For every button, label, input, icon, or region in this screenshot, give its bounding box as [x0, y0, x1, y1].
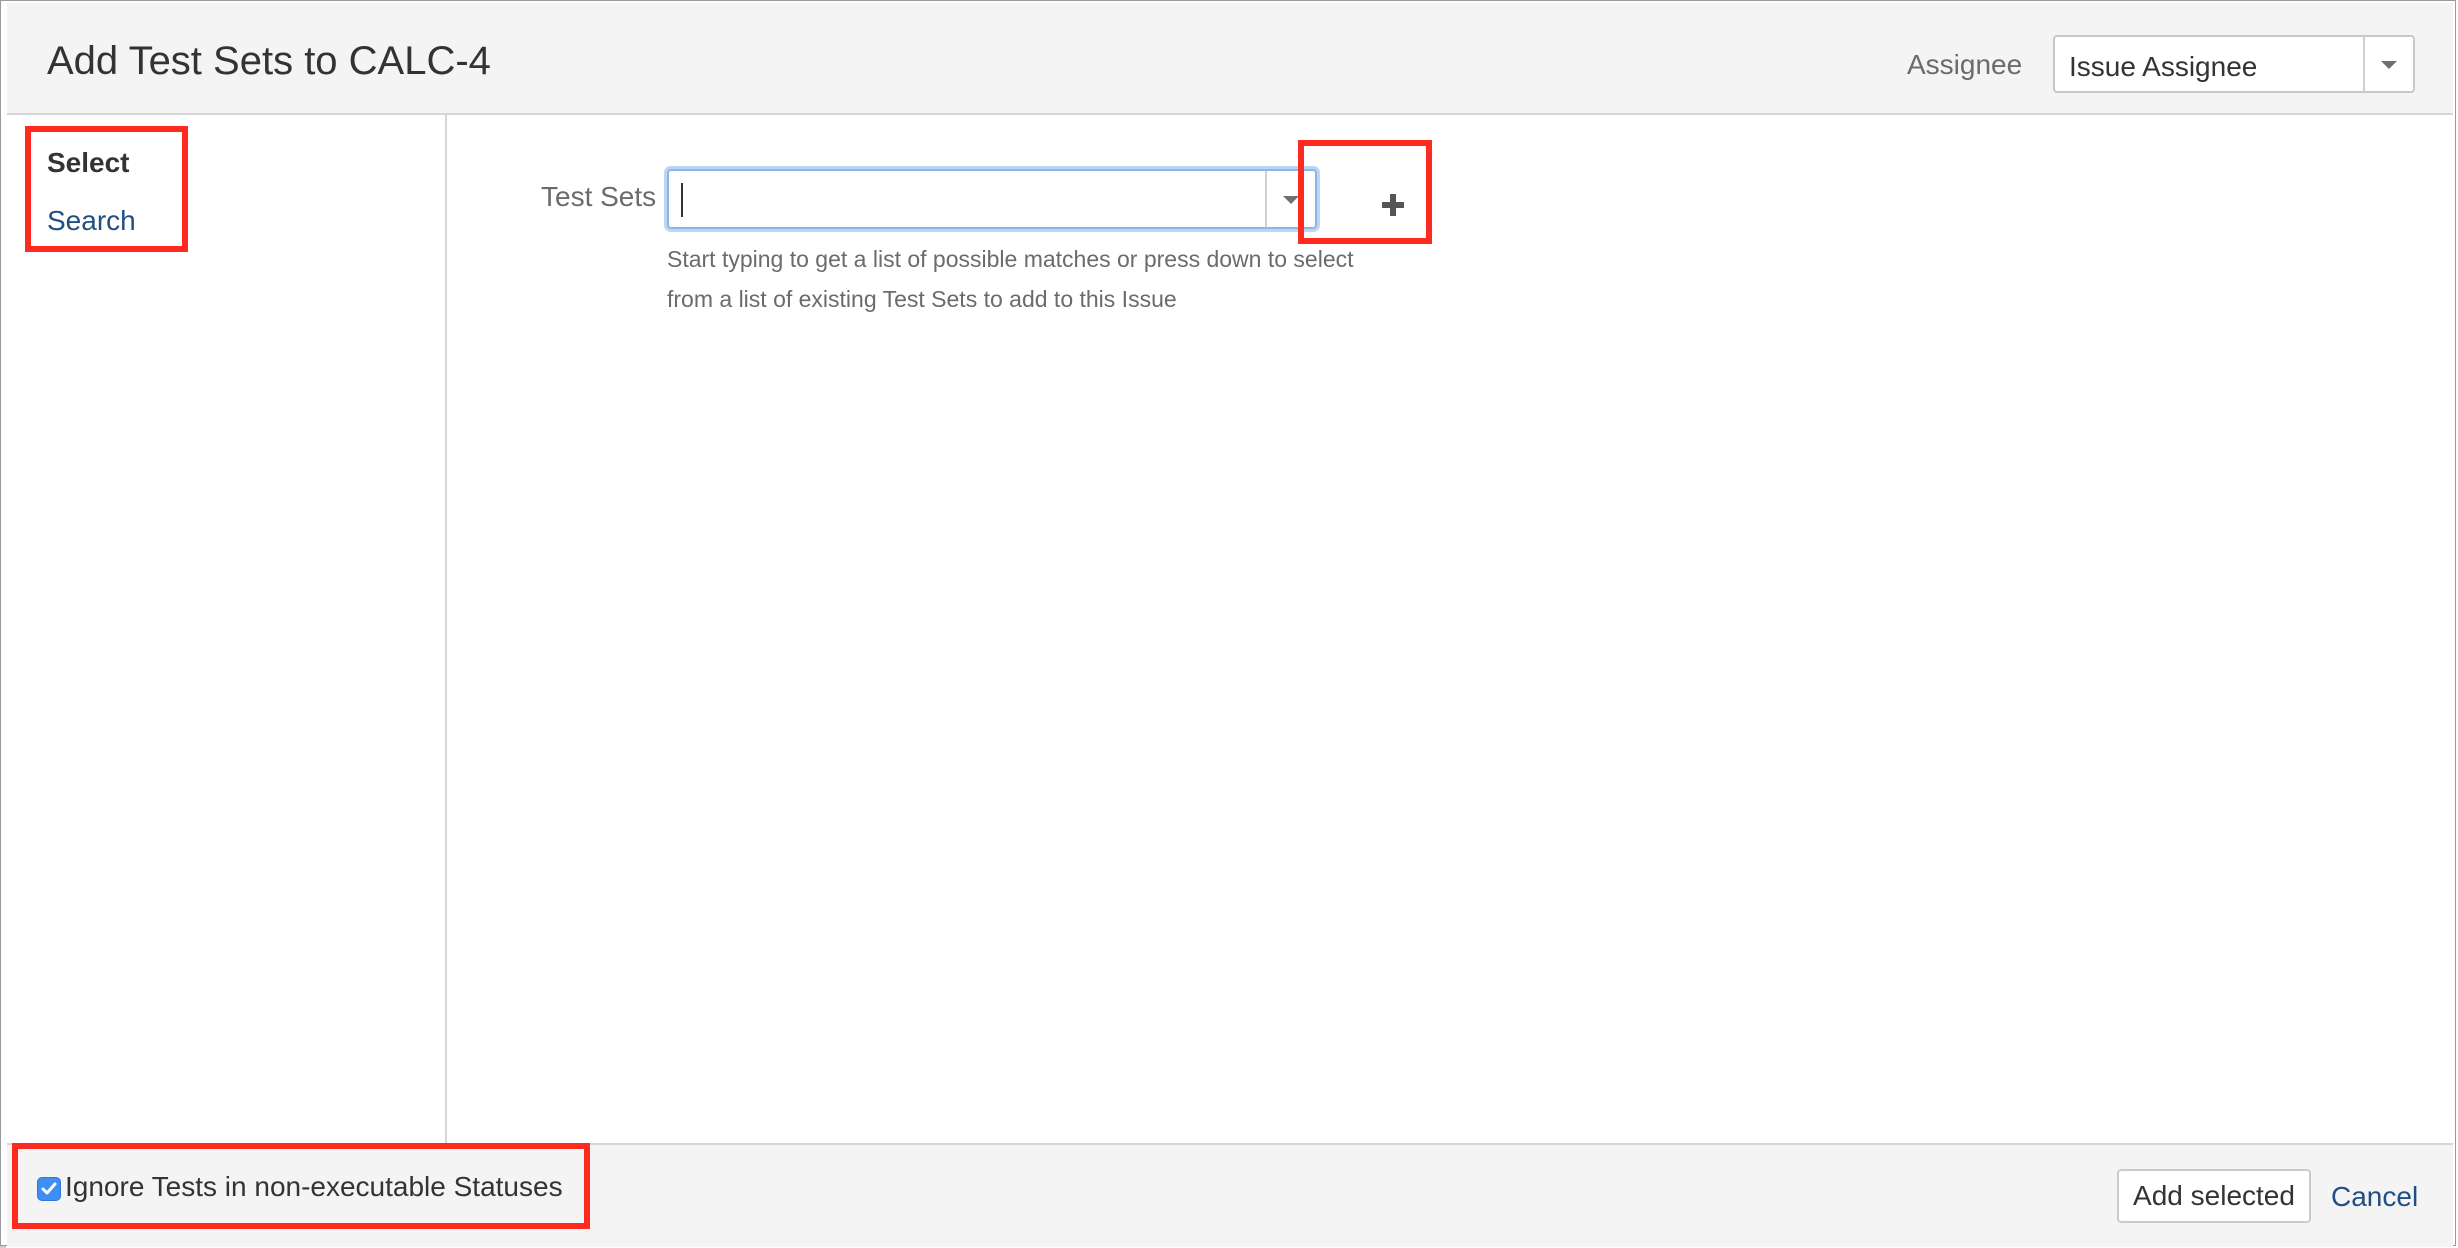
chevron-down-icon: [2381, 61, 2397, 69]
cancel-link[interactable]: Cancel: [2331, 1181, 2418, 1213]
test-sets-input[interactable]: [667, 169, 1317, 229]
test-sets-dropdown-button[interactable]: [1265, 171, 1315, 227]
dialog-footer: Ignore Tests in non-executable Statuses …: [7, 1143, 2453, 1247]
chevron-down-icon: [1283, 196, 1299, 204]
test-sets-label: Test Sets: [541, 181, 657, 212]
add-test-sets-dialog: Add Test Sets to CALC-4 Assignee Issue A…: [0, 0, 2456, 1247]
dialog-header: Add Test Sets to CALC-4 Assignee Issue A…: [7, 3, 2453, 115]
dialog-sidebar: Select Search: [7, 115, 447, 1143]
plus-icon[interactable]: [1373, 185, 1413, 225]
dialog-main: Test Sets Start typing to get a list of …: [447, 115, 2453, 1143]
ignore-tests-checkbox-label[interactable]: Ignore Tests in non-executable Statuses: [65, 1171, 563, 1203]
text-cursor: [681, 183, 683, 217]
assignee-label: Assignee: [1907, 49, 2023, 80]
test-sets-help-text: Start typing to get a list of possible m…: [667, 246, 1354, 312]
add-selected-button[interactable]: Add selected: [2117, 1169, 2311, 1223]
sidebar-item-search[interactable]: Search: [47, 205, 136, 237]
ignore-tests-checkbox[interactable]: [37, 1177, 61, 1201]
sidebar-item-select[interactable]: Select: [47, 147, 130, 179]
assignee-select[interactable]: Issue Assignee: [2053, 35, 2415, 93]
assignee-dropdown-button[interactable]: [2363, 37, 2413, 91]
checkmark-icon: [41, 1182, 57, 1195]
assignee-select-value: Issue Assignee: [2069, 51, 2258, 82]
dialog-title: Add Test Sets to CALC-4: [47, 39, 491, 83]
